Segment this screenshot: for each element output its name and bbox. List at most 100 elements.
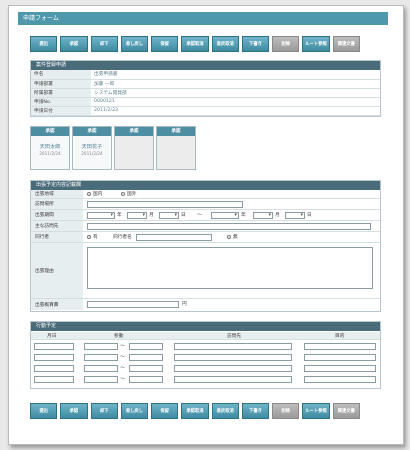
schedule-move-to-input[interactable] [129, 343, 163, 350]
schedule-date-input[interactable] [34, 343, 74, 350]
end-day-select[interactable] [285, 212, 305, 219]
destination-input[interactable] [87, 201, 243, 208]
col-move: 移動 [114, 334, 124, 339]
case-label-date: 申請日付 [31, 106, 91, 116]
main-visit-row: 主な訪問先 [31, 221, 380, 232]
schedule-move-from-input[interactable] [84, 354, 118, 361]
toolbar-button[interactable]: 承認 [60, 403, 88, 419]
end-day-unit: 日 [307, 213, 312, 218]
companion-name-input[interactable] [136, 234, 212, 241]
case-info-section: 案件登録申請 件名 出張申請書 申請部署 加藤 一郎 所属部署 システム開発部 申請N… [30, 60, 381, 117]
end-year-select[interactable] [211, 212, 239, 219]
period-label: 出張期間 [31, 210, 83, 220]
schedule-date-input[interactable] [34, 376, 74, 383]
toolbar-button[interactable]: 下書き [241, 36, 270, 52]
toolbar-button: 関連文書 [332, 36, 360, 52]
toolbar-button[interactable]: 提出 [30, 36, 58, 52]
toolbar-button[interactable]: 承認 [60, 36, 88, 52]
cost-row: 出張概算費 円 [31, 299, 380, 310]
end-year-unit: 年 [241, 213, 246, 218]
schedule-date-input[interactable] [34, 365, 74, 372]
main-visit-input[interactable] [87, 223, 371, 230]
main-visit-label: 主な訪問先 [31, 221, 83, 231]
toolbar-button: 削除 [272, 403, 300, 419]
schedule-move-from-input[interactable] [84, 365, 118, 372]
schedule-date-input[interactable] [34, 354, 74, 361]
schedule-range-sep: 〜 [120, 355, 125, 360]
companion-yes-radio[interactable] [87, 235, 91, 239]
toolbar-button: 削除 [272, 36, 300, 52]
case-info-row: 所属部署 システム開発部 [31, 88, 380, 98]
trip-heading: 出張予定内容記載欄 [31, 181, 380, 190]
approval-date: 2011/2/24 [81, 151, 103, 156]
approval-box: 承認 [114, 126, 154, 170]
toolbar-button[interactable]: ルート参照 [302, 36, 330, 52]
toolbar-button[interactable]: 保留 [151, 36, 179, 52]
end-month-unit: 月 [275, 213, 280, 218]
toolbar-button[interactable]: ルート参照 [302, 403, 330, 419]
toolbar-button[interactable]: 提出 [30, 403, 58, 419]
approval-box: 承認 天田太郎 2011/2/24 [30, 126, 70, 170]
case-value-subject: 出張申請書 [91, 70, 380, 80]
approval-box: 承認 [156, 126, 196, 170]
destination-row: 訪問場所 [31, 199, 380, 210]
start-year-select[interactable] [87, 212, 115, 219]
toolbar-button[interactable]: 差戻取消 [211, 403, 239, 419]
schedule-move-from-input[interactable] [84, 376, 118, 383]
companion-no-radio[interactable] [227, 235, 231, 239]
start-month-select[interactable] [127, 212, 147, 219]
approval-header: 承認 [115, 127, 153, 136]
case-value-number: 0000121 [91, 97, 380, 107]
schedule-purpose-input[interactable] [304, 376, 376, 383]
toolbar-button: 関連文書 [332, 403, 360, 419]
schedule-purpose-input[interactable] [304, 343, 376, 350]
end-month-select[interactable] [253, 212, 273, 219]
region-domestic-radio[interactable] [87, 192, 91, 196]
approval-box: 承認 天田花子 2011/2/24 [72, 126, 112, 170]
toolbar-button[interactable]: 差戻取消 [211, 36, 239, 52]
schedule-visit-input[interactable] [174, 343, 292, 350]
region-overseas-radio[interactable] [121, 192, 125, 196]
toolbar-button[interactable]: 却下 [90, 36, 118, 52]
toolbar-button[interactable]: 差し戻し [120, 403, 149, 419]
start-year-unit: 年 [117, 213, 122, 218]
region-label: 出張地域 [31, 190, 83, 198]
reason-row: 出張理由 [31, 243, 380, 299]
schedule-move-to-input[interactable] [129, 365, 163, 372]
schedule-move-from-input[interactable] [84, 343, 118, 350]
toolbar-button[interactable]: 保留 [151, 403, 179, 419]
window-title: 申請フォーム [18, 12, 388, 25]
toolbar-button[interactable]: 下書き [241, 403, 270, 419]
schedule-visit-input[interactable] [174, 376, 292, 383]
approval-header: 承認 [31, 127, 69, 136]
approval-header: 承認 [73, 127, 111, 136]
schedule-visit-input[interactable] [174, 354, 292, 361]
schedule-move-to-input[interactable] [129, 376, 163, 383]
schedule-visit-input[interactable] [174, 365, 292, 372]
cost-label: 出張概算費 [31, 299, 83, 310]
toolbar-button[interactable]: 承認取消 [181, 403, 209, 419]
schedule-range-sep: 〜 [120, 377, 125, 382]
toolbar-button[interactable]: 却下 [90, 403, 118, 419]
schedule-heading: 行動予定 [31, 322, 380, 331]
toolbar-button[interactable]: 差し戻し [120, 36, 149, 52]
case-label-subject: 件名 [31, 70, 91, 80]
schedule-purpose-input[interactable] [304, 354, 376, 361]
case-label-affiliation: 所属部署 [31, 88, 91, 98]
approval-header: 承認 [157, 127, 195, 136]
approval-name: 天田花子 [81, 144, 103, 150]
trip-section: 出張予定内容記載欄 出張地域 国内 国外 訪問場所 出張期間 年 月 日 〜 年… [30, 180, 381, 312]
start-day-select[interactable] [159, 212, 179, 219]
col-purpose: 目的 [335, 334, 345, 339]
schedule-purpose-input[interactable] [304, 365, 376, 372]
toolbar-bottom: 提出 承認 却下 差し戻し 保留 承認取消 差戻取消 下書き 削除 ルート参照 関連文書 [30, 403, 360, 419]
cost-input[interactable] [87, 301, 179, 308]
reason-textarea[interactable] [87, 247, 373, 289]
region-overseas-label: 国外 [127, 192, 137, 197]
companion-no-label: 無 [233, 235, 238, 240]
case-info-row: 申請部署 加藤 一郎 [31, 79, 380, 89]
period-row: 出張期間 年 月 日 〜 年 月 日 [31, 210, 380, 221]
destination-label: 訪問場所 [31, 199, 83, 209]
toolbar-button[interactable]: 承認取消 [181, 36, 209, 52]
schedule-move-to-input[interactable] [129, 354, 163, 361]
